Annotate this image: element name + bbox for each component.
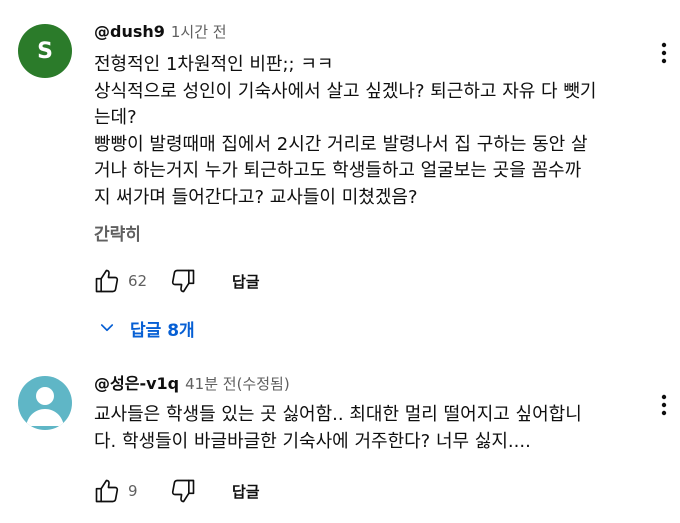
more-vert-icon xyxy=(661,42,667,64)
comment-text-line: 빵빵이 발령때매 집에서 2시간 거리로 발령나서 집 구하는 동안 살 xyxy=(94,133,588,155)
dislike-button[interactable] xyxy=(166,474,200,508)
comments-page: S @dush9 1시간 전 전형적인 1차원적인 비판;; ㅋㅋ 상식적으로 성… xyxy=(0,0,680,523)
comment-text-line: 다. 학생들이 바글바글한 기숙사에 거주한다? 너무 싫지.... xyxy=(94,430,531,452)
chevron-down-icon xyxy=(98,319,116,337)
comment-text-line: 는데? xyxy=(94,107,137,128)
avatar[interactable]: S xyxy=(18,24,72,78)
comment-thread: S @dush9 1시간 전 전형적인 1차원적인 비판;; ㅋㅋ 상식적으로 성… xyxy=(0,20,680,350)
dislike-button[interactable] xyxy=(166,264,200,298)
thumbs-down-icon xyxy=(171,479,195,503)
comment-text-line: 지 써가며 들어간다고? 교사들이 미쳤겠음? xyxy=(94,186,418,208)
comment-header: @성은-v1q 41분 전(수정됨) xyxy=(94,372,640,396)
comment-body: @dush9 1시간 전 전형적인 1차원적인 비판;; ㅋㅋ 상식적으로 성인이… xyxy=(94,20,640,247)
reply-button[interactable]: 답글 xyxy=(232,481,260,502)
comment-time[interactable]: 1시간 전 xyxy=(171,23,227,41)
comment-actions: 62 답글 xyxy=(90,264,260,298)
comment-text-line: 전형적인 1차원적인 비판;; ㅋㅋ xyxy=(94,54,334,75)
comment-actions: 9 답글 xyxy=(90,474,260,508)
avatar[interactable] xyxy=(18,376,72,430)
comment-body: @성은-v1q 41분 전(수정됨) 교사들은 학생들 있는 곳 싫어함.. 최대… xyxy=(94,372,640,455)
comment-text-line: 거나 하는거지 누가 퇴근하고도 학생들하고 얼굴보는 곳을 꼼수까 xyxy=(94,160,582,181)
like-button[interactable] xyxy=(90,264,124,298)
show-less-button[interactable]: 간략히 xyxy=(94,223,640,247)
comment-time[interactable]: 41분 전(수정됨) xyxy=(185,375,290,393)
comment-menu-button[interactable] xyxy=(652,390,676,420)
like-count: 9 xyxy=(128,482,138,500)
comment-author[interactable]: @성은-v1q xyxy=(94,374,179,393)
comment-header: @dush9 1시간 전 xyxy=(94,20,640,44)
like-button[interactable] xyxy=(90,474,124,508)
comment-text-line: 상식적으로 성인이 기숙사에서 살고 싶겠나? 퇴근하고 자유 다 뺏기 xyxy=(94,80,597,102)
view-replies-button[interactable]: 답글 8개 xyxy=(98,310,195,346)
view-replies-label: 답글 8개 xyxy=(130,320,195,341)
thumbs-down-icon xyxy=(171,269,195,293)
comment-text-line: 교사들은 학생들 있는 곳 싫어함.. 최대한 멀리 떨어지고 싶어합니 xyxy=(94,404,582,425)
comment-text: 전형적인 1차원적인 비판;; ㅋㅋ 상식적으로 성인이 기숙사에서 살고 싶겠… xyxy=(94,52,640,211)
thumbs-up-icon xyxy=(95,269,119,293)
like-count: 62 xyxy=(128,272,148,290)
thumbs-up-icon xyxy=(95,479,119,503)
comment-author[interactable]: @dush9 xyxy=(94,22,165,41)
comment-thread: @성은-v1q 41분 전(수정됨) 교사들은 학생들 있는 곳 싫어함.. 최대… xyxy=(0,372,680,523)
more-vert-icon xyxy=(661,394,667,416)
avatar-letter: S xyxy=(37,38,53,64)
reply-button[interactable]: 답글 xyxy=(232,271,260,292)
default-avatar-icon xyxy=(26,387,64,426)
comment-menu-button[interactable] xyxy=(652,38,676,68)
comment-text: 교사들은 학생들 있는 곳 싫어함.. 최대한 멀리 떨어지고 싶어합니 다. … xyxy=(94,402,640,455)
